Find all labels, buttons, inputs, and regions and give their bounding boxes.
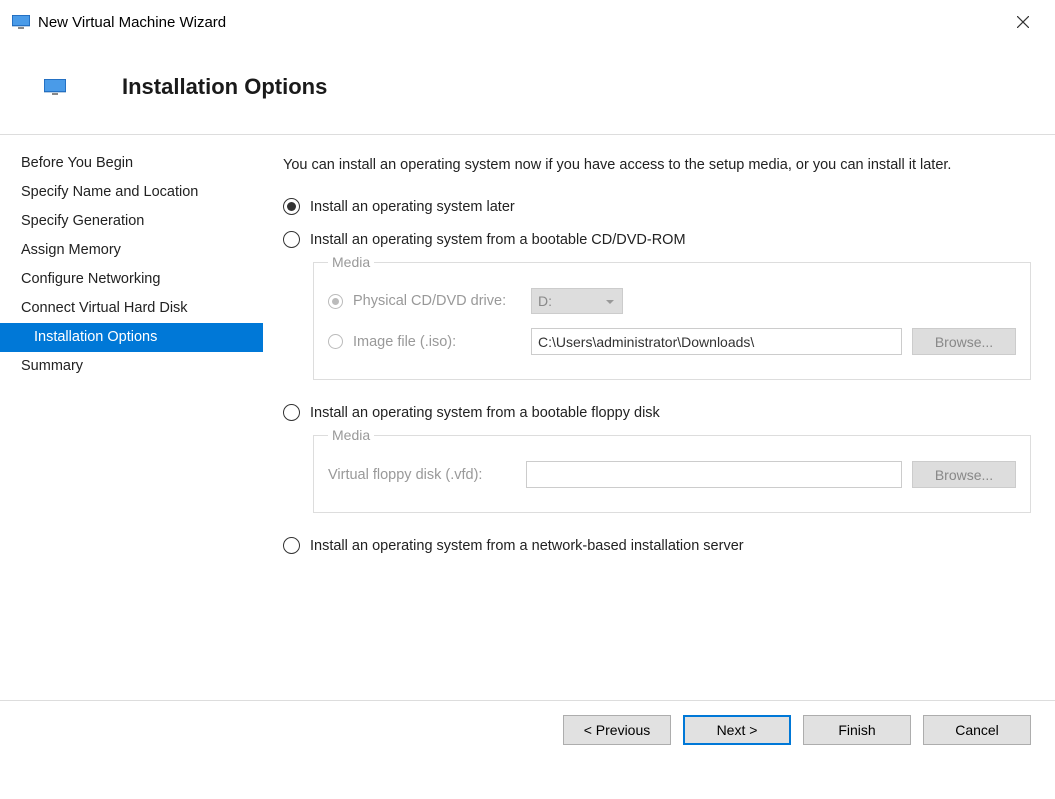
radio-icon	[283, 537, 300, 554]
step-specify-name-location[interactable]: Specify Name and Location	[0, 178, 263, 207]
step-before-you-begin[interactable]: Before You Begin	[0, 149, 263, 178]
step-installation-options[interactable]: Installation Options	[0, 323, 263, 352]
radio-icon	[283, 198, 300, 215]
titlebar: New Virtual Machine Wizard	[0, 0, 1055, 44]
iso-path-input	[531, 328, 902, 355]
cancel-button[interactable]: Cancel	[923, 715, 1031, 745]
monitor-icon	[44, 79, 66, 95]
vfd-path-input	[526, 461, 902, 488]
radio-label: Install an operating system from a boota…	[310, 405, 660, 421]
page-heading: Installation Options	[122, 74, 327, 100]
physical-drive-label: Physical CD/DVD drive:	[353, 293, 531, 309]
floppy-media-fieldset: Media Virtual floppy disk (.vfd): Browse…	[313, 427, 1031, 513]
step-configure-networking[interactable]: Configure Networking	[0, 265, 263, 294]
main-panel: You can install an operating system now …	[263, 135, 1055, 700]
window-title: New Virtual Machine Wizard	[38, 14, 226, 31]
radio-icon	[283, 404, 300, 421]
step-assign-memory[interactable]: Assign Memory	[0, 236, 263, 265]
fieldset-legend: Media	[328, 254, 374, 270]
vfd-label: Virtual floppy disk (.vfd):	[328, 467, 526, 483]
radio-install-network[interactable]: Install an operating system from a netwo…	[283, 537, 1031, 554]
radio-install-cd[interactable]: Install an operating system from a boota…	[283, 231, 1031, 248]
radio-label: Install an operating system from a netwo…	[310, 538, 744, 554]
sub-radio-iso	[328, 334, 343, 349]
heading-area: Installation Options	[0, 44, 1055, 134]
next-button[interactable]: Next >	[683, 715, 791, 745]
footer-buttons: < Previous Next > Finish Cancel	[0, 700, 1055, 758]
browse-iso-button: Browse...	[912, 328, 1016, 355]
step-connect-virtual-hard-disk[interactable]: Connect Virtual Hard Disk	[0, 294, 263, 323]
previous-button[interactable]: < Previous	[563, 715, 671, 745]
finish-button[interactable]: Finish	[803, 715, 911, 745]
radio-icon	[283, 231, 300, 248]
iso-label: Image file (.iso):	[353, 334, 531, 350]
radio-label: Install an operating system later	[310, 199, 515, 215]
monitor-icon	[12, 15, 30, 29]
browse-vfd-button: Browse...	[912, 461, 1016, 488]
radio-install-floppy[interactable]: Install an operating system from a boota…	[283, 404, 1031, 421]
fieldset-legend: Media	[328, 427, 374, 443]
physical-drive-dropdown: D:	[531, 288, 623, 314]
wizard-steps-sidebar: Before You Begin Specify Name and Locati…	[0, 135, 263, 700]
step-specify-generation[interactable]: Specify Generation	[0, 207, 263, 236]
description-text: You can install an operating system now …	[283, 155, 1031, 176]
cd-media-fieldset: Media Physical CD/DVD drive: D: Image fi…	[313, 254, 1031, 380]
radio-install-later[interactable]: Install an operating system later	[283, 198, 1031, 215]
step-summary[interactable]: Summary	[0, 352, 263, 381]
sub-radio-physical-drive	[328, 294, 343, 309]
close-button[interactable]	[1003, 7, 1043, 37]
content: Before You Begin Specify Name and Locati…	[0, 134, 1055, 700]
radio-label: Install an operating system from a boota…	[310, 232, 686, 248]
